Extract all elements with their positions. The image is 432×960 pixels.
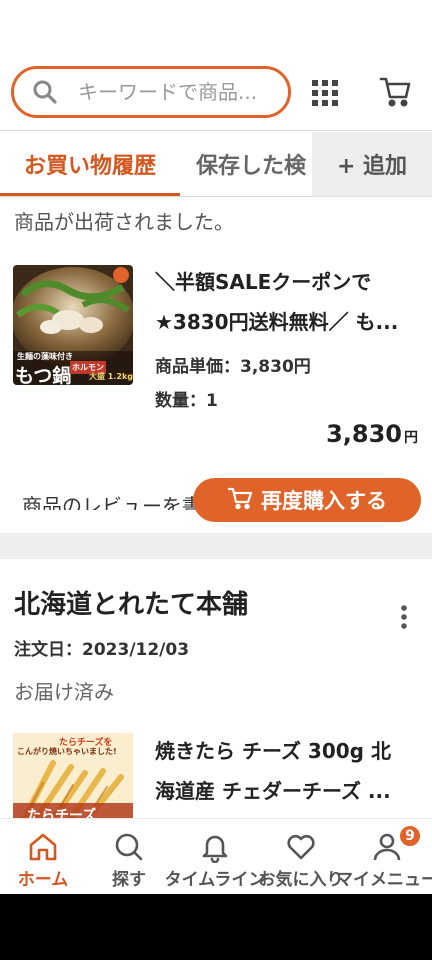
product-title-line1[interactable]: ＼半額SALEクーポンで xyxy=(155,268,420,296)
search-input[interactable] xyxy=(78,80,288,104)
search-box[interactable] xyxy=(11,66,291,118)
grid-menu-icon[interactable] xyxy=(310,78,340,108)
bottom-navigation: ホーム 探す タイムライン お気に入り マイメニュー xyxy=(0,818,432,894)
shop-name[interactable]: 北海道とれたて本舗 xyxy=(14,584,248,621)
add-tab-button[interactable]: + 追加 xyxy=(312,132,432,196)
nav-label: ホーム xyxy=(17,870,69,890)
nav-label: 探す xyxy=(112,870,146,890)
more-options-icon[interactable] xyxy=(396,604,412,632)
image-caption-sub2: 大盛 1.2kg xyxy=(89,372,133,381)
heart-icon xyxy=(285,831,317,863)
tab-purchase-history[interactable]: お買い物履歴 xyxy=(0,132,180,196)
search-header xyxy=(0,62,432,124)
nav-timeline[interactable]: タイムライン xyxy=(165,819,265,895)
add-tab-label: + 追加 xyxy=(336,154,408,179)
product-title-line1[interactable]: 焼きたら チーズ 300g 北 xyxy=(155,737,420,765)
tab-label: 保存した検 xyxy=(196,154,307,179)
nav-label: マイメニュー xyxy=(336,870,432,890)
price-currency: 円 xyxy=(404,430,418,446)
nav-label: お気に入り xyxy=(258,870,344,890)
nav-favorites[interactable]: お気に入り xyxy=(258,819,344,895)
order-separator xyxy=(0,533,432,559)
rebuy-button[interactable]: 再度購入する xyxy=(193,478,421,522)
home-icon xyxy=(27,831,59,863)
tab-saved-search[interactable]: 保存した検 xyxy=(196,132,314,196)
unit-price: 商品単価：3,830円 xyxy=(155,357,311,377)
product-title-line2[interactable]: 海道産 チェダーチーズ ... xyxy=(155,777,420,805)
rebuy-label: 再度購入する xyxy=(261,489,387,513)
shipment-status: 商品が出荷されました。 xyxy=(14,210,234,234)
write-review-link[interactable]: 商品のレビューを書 xyxy=(22,490,212,510)
nav-home[interactable]: ホーム xyxy=(0,819,86,895)
cart-icon xyxy=(227,486,253,515)
tab-label: お買い物履歴 xyxy=(23,154,156,179)
status-bar-area xyxy=(0,0,432,58)
image-caption-main: もつ鍋 xyxy=(15,365,72,385)
order-date: 注文日：2023/12/03 xyxy=(14,640,190,660)
quantity: 数量：1 xyxy=(155,391,218,411)
tabs-divider xyxy=(0,196,432,197)
nav-label: タイムライン xyxy=(164,870,266,890)
header-divider xyxy=(0,130,432,131)
product-title-line2[interactable]: ★3830円送料無料／ も... xyxy=(155,308,420,336)
image-caption-top2: こんがり焼いちゃいました! xyxy=(17,747,117,756)
cart-icon[interactable] xyxy=(378,74,412,108)
notification-badge: 9 xyxy=(399,825,421,847)
bell-icon xyxy=(199,831,231,864)
history-tabs: お買い物履歴 保存した検 + 追加 xyxy=(0,132,432,196)
product-image-motsunabe[interactable]: 生麺の藻味付き もつ鍋 ホルモン 大盛 1.2kg xyxy=(13,265,133,385)
system-nav-bar xyxy=(0,894,432,960)
product-image-cheese[interactable]: たらチーズを こんがり焼いちゃいました! たらチーズ xyxy=(13,733,133,825)
order-price: 3,830 円 xyxy=(326,420,418,448)
price-value: 3,830 xyxy=(326,420,402,448)
nav-search[interactable]: 探す xyxy=(86,819,172,895)
search-icon xyxy=(113,831,145,863)
delivery-status: お届け済み xyxy=(14,680,114,704)
search-icon xyxy=(30,77,60,107)
